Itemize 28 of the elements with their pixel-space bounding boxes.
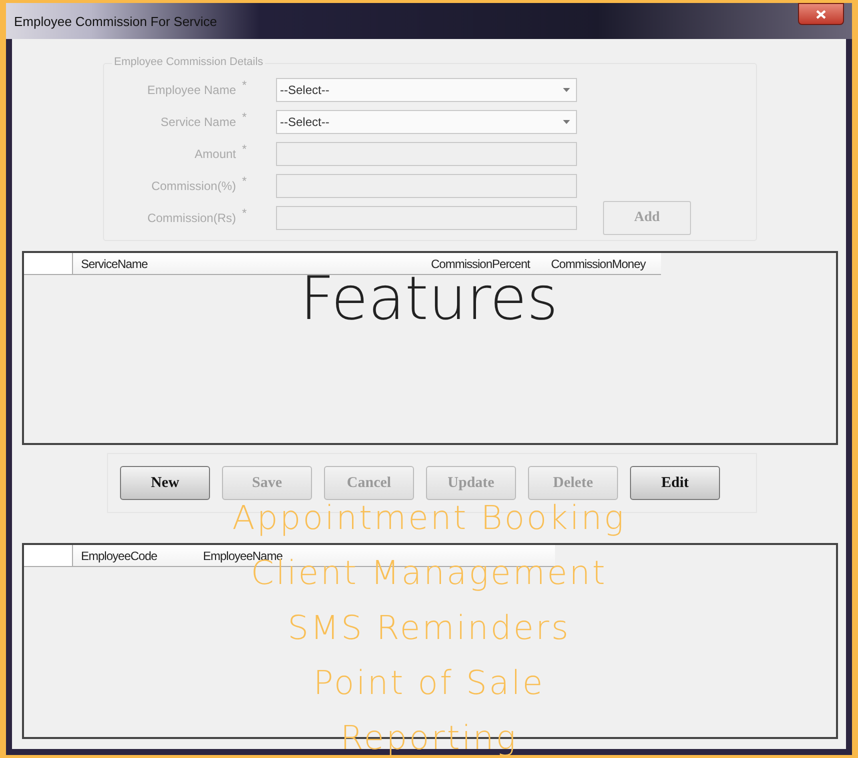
action-button[interactable]: New xyxy=(120,466,210,500)
required-marker: * xyxy=(241,110,248,124)
field-label: Commission(Rs) xyxy=(146,211,236,225)
field-label: Commission(%) xyxy=(150,179,236,193)
column-header[interactable]: EmployeeCode xyxy=(73,545,195,567)
column-header[interactable]: CommissionPercent xyxy=(423,253,543,275)
field-label: Service Name xyxy=(160,115,236,129)
feature-item: SMS Reminders xyxy=(288,610,570,645)
feature-item: Point of Sale xyxy=(313,665,545,700)
required-marker: * xyxy=(241,78,248,92)
required-marker: * xyxy=(241,142,248,156)
row-header xyxy=(24,545,73,567)
feature-item: Appointment Booking xyxy=(232,500,626,535)
dropdown-arrow-icon xyxy=(563,120,570,124)
field-label: Amount xyxy=(194,147,236,161)
required-marker: * xyxy=(241,206,248,220)
dropdown-arrow-icon xyxy=(563,88,570,92)
close-icon xyxy=(816,10,826,18)
group-title: Employee Commission Details xyxy=(112,56,266,68)
required-marker: * xyxy=(241,174,248,188)
field-label: Employee Name xyxy=(146,83,236,97)
close-button[interactable] xyxy=(798,3,844,25)
column-header[interactable]: ServiceName xyxy=(73,253,423,275)
action-button[interactable]: Edit xyxy=(630,466,720,500)
features-heading: Features xyxy=(300,275,558,323)
window-title: Employee Commission For Service xyxy=(14,14,218,28)
column-header[interactable]: CommissionMoney xyxy=(543,253,661,275)
row-header xyxy=(24,253,73,275)
